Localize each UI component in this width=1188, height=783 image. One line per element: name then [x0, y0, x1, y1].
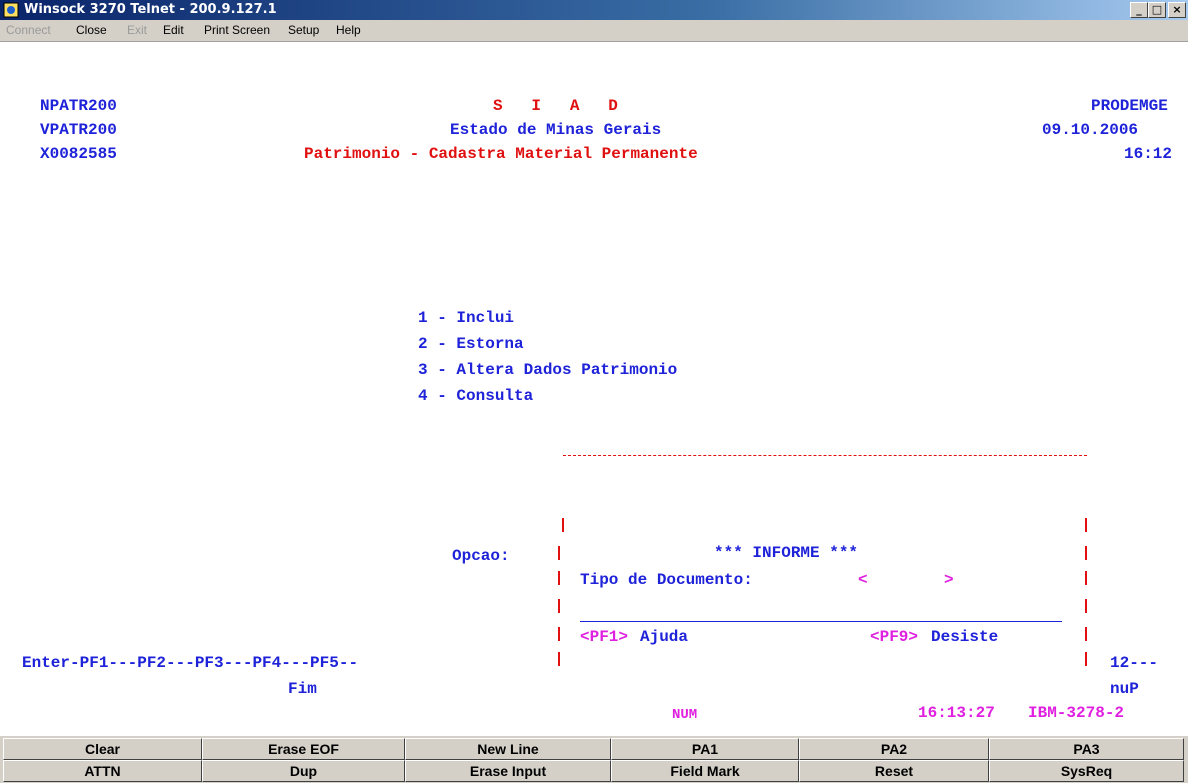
menu-close[interactable]: Close: [76, 23, 107, 37]
user-id: X0082585: [40, 145, 117, 163]
field-close-bracket: >: [944, 571, 954, 589]
erase-input-button[interactable]: Erase Input: [405, 760, 611, 782]
menu-exit[interactable]: Exit: [127, 23, 147, 37]
popup-border-right: [1085, 599, 1087, 613]
pf9-key: <PF9>: [870, 628, 919, 646]
pf-key-line: Enter-PF1---PF2---PF3---PF4---PF5--: [22, 654, 359, 672]
popup-border-right: [1085, 518, 1087, 532]
menu-setup[interactable]: Setup: [288, 23, 319, 37]
popup-separator: [580, 621, 1062, 622]
terminal-model: IBM-3278-2: [1028, 704, 1125, 722]
program-id: NPATR200: [40, 97, 117, 115]
clear-button[interactable]: Clear: [3, 738, 202, 760]
new-line-button[interactable]: New Line: [405, 738, 611, 760]
pf1-key: <PF1>: [580, 628, 629, 646]
pf-key-line-right: 12---: [1110, 654, 1159, 672]
opcao-label: Opcao:: [452, 547, 510, 565]
pa3-button[interactable]: PA3: [989, 738, 1184, 760]
status-time: 16:13:27: [918, 704, 995, 722]
menu-print-screen[interactable]: Print Screen: [204, 23, 270, 37]
dup-button[interactable]: Dup: [202, 760, 405, 782]
state-name: Estado de Minas Gerais: [450, 121, 662, 139]
menu-bar: Connect Close Exit Edit Print Screen Set…: [0, 20, 1188, 42]
popup-border-left: [558, 627, 560, 641]
option-inclui: 1 - Inclui: [418, 309, 515, 327]
popup-border-top: [563, 455, 1087, 456]
menu-help[interactable]: Help: [336, 23, 361, 37]
org-name: PRODEMGE: [1091, 97, 1168, 115]
terminal-app-icon: [3, 2, 19, 18]
close-button[interactable]: ×: [1168, 2, 1186, 18]
pf9-label: Desiste: [931, 628, 999, 646]
tipo-documento-label: Tipo de Documento:: [580, 571, 753, 589]
pf3-fim-label: Fim: [288, 680, 317, 698]
option-consulta: 4 - Consulta: [418, 387, 534, 405]
popup-border-right: [1085, 546, 1087, 560]
minimize-button[interactable]: _: [1130, 2, 1148, 18]
popup-border-left: [558, 571, 560, 585]
date: 09.10.2006: [1042, 121, 1139, 139]
popup-border-left: [558, 652, 560, 666]
popup-border-left: [558, 546, 560, 560]
pa2-button[interactable]: PA2: [799, 738, 989, 760]
sysreq-button[interactable]: SysReq: [989, 760, 1184, 782]
option-altera: 3 - Altera Dados Patrimonio: [418, 361, 678, 379]
keypad: Clear Erase EOF New Line PA1 PA2 PA3 ATT…: [0, 736, 1188, 783]
popup-border-left: [562, 518, 564, 532]
popup-border-right: [1085, 571, 1087, 585]
field-open-bracket: <: [858, 571, 868, 589]
title-bar[interactable]: Winsock 3270 Telnet - 200.9.127.1 _ □ ×: [0, 0, 1188, 20]
popup-border-right: [1085, 652, 1087, 666]
option-estorna: 2 - Estorna: [418, 335, 524, 353]
window-title: Winsock 3270 Telnet - 200.9.127.1: [24, 2, 277, 17]
clock: 16:12: [1124, 145, 1173, 163]
reset-button[interactable]: Reset: [799, 760, 989, 782]
pf-right-nup: nuP: [1110, 680, 1139, 698]
popup-border-right: [1085, 627, 1087, 641]
pf1-label: Ajuda: [640, 628, 689, 646]
screen-title: Patrimonio - Cadastra Material Permanent…: [304, 145, 698, 163]
popup-title: *** INFORME ***: [714, 544, 859, 562]
pa1-button[interactable]: PA1: [611, 738, 799, 760]
system-name: S I A D: [493, 97, 618, 115]
attn-button[interactable]: ATTN: [3, 760, 202, 782]
popup-border-left: [558, 599, 560, 613]
tipo-documento-input[interactable]: [878, 570, 936, 590]
menu-edit[interactable]: Edit: [163, 23, 184, 37]
erase-eof-button[interactable]: Erase EOF: [202, 738, 405, 760]
transaction-id: VPATR200: [40, 121, 117, 139]
field-mark-button[interactable]: Field Mark: [611, 760, 799, 782]
num-lock-indicator: NUM: [672, 707, 698, 723]
menu-connect[interactable]: Connect: [6, 23, 51, 37]
maximize-button[interactable]: □: [1148, 2, 1166, 18]
